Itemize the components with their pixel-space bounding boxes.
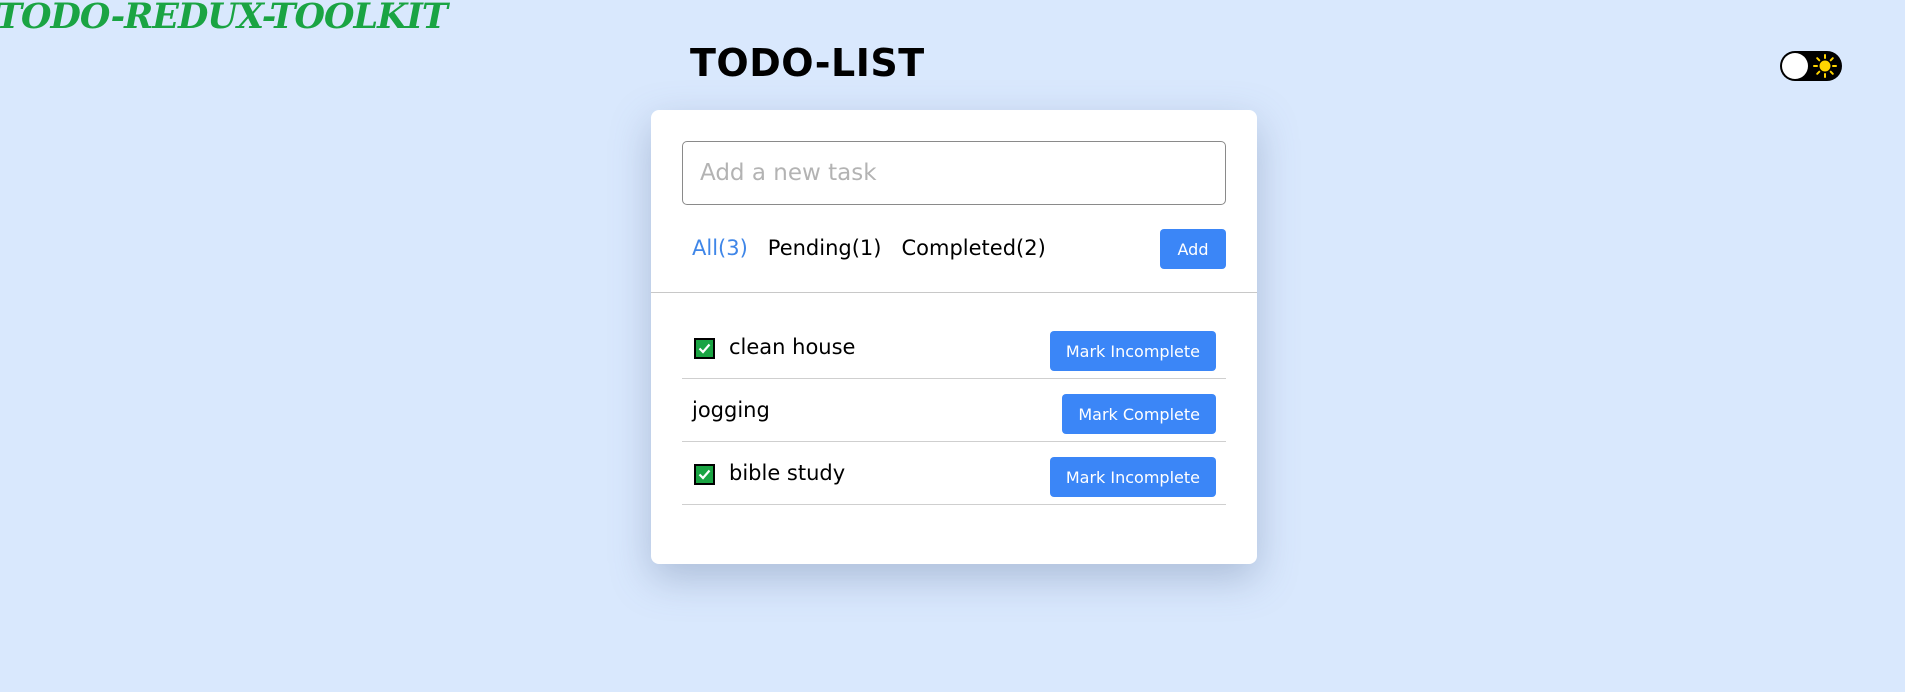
theme-toggle[interactable] xyxy=(1780,51,1842,81)
mark-incomplete-button[interactable]: Mark Incomplete xyxy=(1049,457,1216,497)
toggle-knob xyxy=(1782,53,1808,79)
add-task-button[interactable]: Add xyxy=(1160,229,1226,269)
divider xyxy=(651,292,1257,293)
checkbox-checked-icon[interactable] xyxy=(694,464,715,485)
task-text: clean house xyxy=(729,335,856,359)
sun-icon xyxy=(1813,54,1837,78)
filter-tab-all[interactable]: All(3) xyxy=(692,234,748,262)
new-task-input[interactable] xyxy=(682,141,1226,205)
task-row: clean house Mark Incomplete xyxy=(682,317,1226,379)
task-row: bible study Mark Incomplete xyxy=(682,443,1226,505)
filter-tabs: All(3) Pending(1) Completed(2) xyxy=(692,234,1046,262)
mark-complete-button[interactable]: Mark Complete xyxy=(1062,394,1216,434)
page-title: TODO-LIST xyxy=(690,41,925,85)
task-text: bible study xyxy=(729,461,846,485)
mark-incomplete-button[interactable]: Mark Incomplete xyxy=(1049,331,1216,371)
filter-tab-pending[interactable]: Pending(1) xyxy=(768,234,882,262)
app-logo: TODO-REDUX-TOOLKIT xyxy=(0,0,448,37)
checkmark-icon xyxy=(698,343,711,354)
task-row: jogging Mark Complete xyxy=(682,380,1226,442)
filter-tab-completed[interactable]: Completed(2) xyxy=(901,234,1045,262)
checkmark-icon xyxy=(698,469,711,480)
checkbox-checked-icon[interactable] xyxy=(694,338,715,359)
task-text: jogging xyxy=(692,398,770,422)
todo-card: All(3) Pending(1) Completed(2) Add clean… xyxy=(651,110,1257,564)
